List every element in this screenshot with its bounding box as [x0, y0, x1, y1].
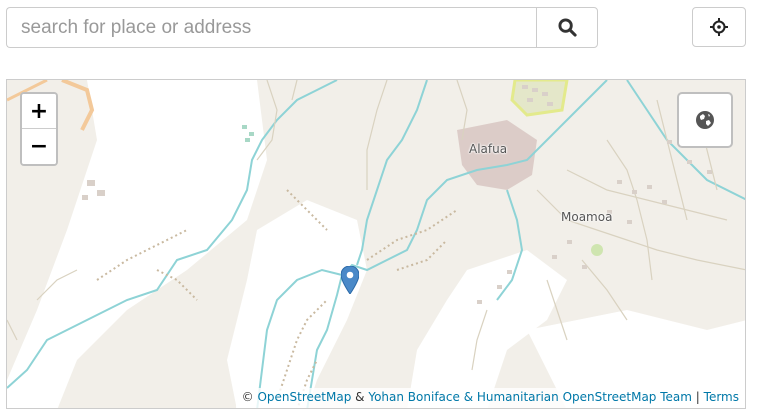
terms-link[interactable]: Terms — [704, 390, 739, 404]
search-icon — [557, 18, 577, 37]
zoom-control: + − — [20, 92, 58, 166]
openstreetmap-link[interactable]: OpenStreetMap — [257, 390, 351, 404]
search-bar — [6, 7, 598, 48]
locate-button[interactable] — [692, 7, 746, 47]
map-tiles[interactable] — [7, 80, 746, 409]
crosshair-icon — [710, 18, 728, 36]
map-view[interactable]: Alafua Moamoa + − © OpenStreetMap & Yoha… — [6, 79, 746, 409]
place-label-moamoa: Moamoa — [561, 210, 613, 224]
zoom-in-button[interactable]: + — [22, 94, 56, 129]
place-label-alafua: Alafua — [469, 142, 508, 156]
zoom-out-button[interactable]: − — [22, 129, 56, 164]
globe-icon — [696, 111, 714, 129]
attribution-separator: | — [695, 390, 700, 404]
search-input[interactable] — [6, 7, 536, 48]
map-attribution: © OpenStreetMap & Yohan Boniface & Human… — [235, 388, 745, 408]
map-pin-icon[interactable] — [341, 266, 359, 294]
layer-switcher-button[interactable] — [677, 92, 733, 148]
attribution-copyright: © — [241, 390, 254, 404]
attribution-ampersand: & — [355, 390, 365, 404]
search-button[interactable] — [536, 7, 598, 48]
hot-link[interactable]: Yohan Boniface & Humanitarian OpenStreet… — [368, 390, 692, 404]
